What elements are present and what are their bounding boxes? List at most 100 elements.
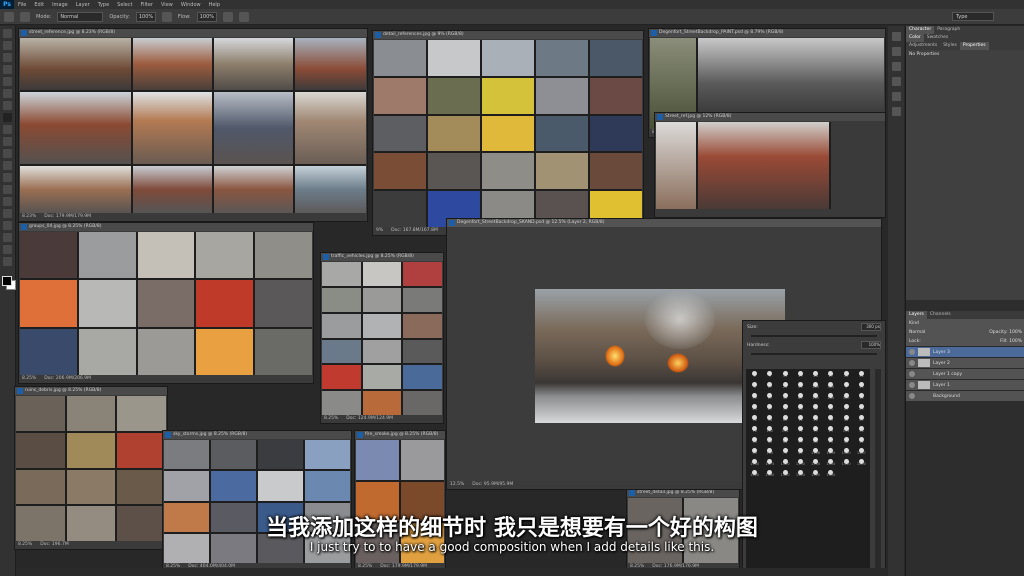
brush-preset[interactable]: 13	[779, 371, 792, 380]
brush-preset[interactable]: 6	[748, 382, 761, 391]
brush-preset[interactable]: 14	[794, 415, 807, 424]
brush-preset[interactable]: 17	[763, 393, 776, 402]
airbrush-icon[interactable]	[222, 11, 233, 22]
brush-preset[interactable]: 1500	[748, 470, 761, 479]
document-canvas[interactable]	[322, 262, 442, 415]
brush-preset[interactable]: 48	[840, 437, 853, 446]
blend-mode-select[interactable]: Normal	[909, 330, 925, 335]
crop-tool-icon[interactable]	[3, 77, 12, 86]
document-tab[interactable]: Street_ref.jpg @ 12% (RGB/8)	[655, 113, 885, 121]
brush-preset[interactable]: 27	[763, 404, 776, 413]
brush-preset[interactable]: 30	[840, 371, 853, 380]
brush-preset[interactable]: 27	[824, 371, 837, 380]
actions-icon[interactable]	[891, 47, 901, 56]
document-canvas[interactable]	[374, 40, 642, 227]
zoom-readout[interactable]: 12.5%	[450, 482, 464, 487]
brush-preset[interactable]: 33	[748, 437, 761, 446]
brush-preset[interactable]: 1500	[855, 459, 868, 468]
brush-preset[interactable]: 13	[855, 382, 868, 391]
document-canvas[interactable]	[20, 38, 366, 213]
visibility-eye-icon[interactable]	[909, 371, 915, 377]
document-canvas[interactable]	[656, 122, 884, 209]
fill-field[interactable]: 100%	[1009, 339, 1022, 344]
path-select-icon[interactable]	[3, 221, 12, 230]
brush-preset[interactable]: 9	[840, 382, 853, 391]
visibility-eye-icon[interactable]	[909, 349, 915, 355]
menu-file[interactable]: File	[14, 2, 30, 8]
brush-preset[interactable]: 1500	[779, 470, 792, 479]
pen-tool-icon[interactable]	[3, 197, 12, 206]
brush-preset[interactable]: 1500	[824, 470, 837, 479]
menu-select[interactable]: Select	[113, 2, 136, 8]
brush-preset[interactable]: 1500	[809, 470, 822, 479]
tab-styles[interactable]: Styles	[940, 42, 960, 50]
brush-preset[interactable]: 60	[779, 415, 792, 424]
brush-preset[interactable]: 55	[855, 415, 868, 424]
brush-preset[interactable]: 14	[855, 393, 868, 402]
brush-preset[interactable]: 17	[763, 382, 776, 391]
size-field[interactable]: 300 px	[861, 323, 881, 331]
brush-preset[interactable]: 46	[794, 404, 807, 413]
layer-row[interactable]: Layer 1 copy	[906, 368, 1024, 379]
move-tool-icon[interactable]	[3, 29, 12, 38]
brush-preset[interactable]: 39	[779, 404, 792, 413]
tab-adjustments[interactable]: Adjustments	[906, 42, 940, 50]
brush-preset[interactable]: 42	[840, 415, 853, 424]
tab-properties[interactable]: Properties	[959, 42, 989, 50]
menu-window[interactable]: Window	[177, 2, 205, 8]
visibility-eye-icon[interactable]	[909, 360, 915, 366]
brush-preset[interactable]: 1500	[809, 459, 822, 468]
tab-swatches[interactable]: Swatches	[924, 34, 952, 42]
clone-stamp-icon[interactable]	[3, 125, 12, 134]
history-brush-icon[interactable]	[3, 137, 12, 146]
brush-preset[interactable]: 300	[840, 393, 853, 402]
brush-preset[interactable]: 66	[779, 437, 792, 446]
hardness-field[interactable]: 100%	[861, 341, 881, 349]
menu-help[interactable]: Help	[205, 2, 224, 8]
brush-preset[interactable]: 1106	[809, 448, 822, 457]
document-canvas[interactable]	[20, 232, 312, 375]
layer-row[interactable]: Layer 1	[906, 379, 1024, 390]
brush-preset[interactable]: 45	[794, 448, 807, 457]
kind-filter[interactable]: Kind	[909, 321, 919, 326]
document-window-groups[interactable]: groups_04.jpg @ 8.25% (RGB/8) 8.25% Doc: …	[18, 222, 314, 384]
document-window-traffic[interactable]: traffic_vehicles.jpg @ 8.25% (RGB/8) 8.2…	[320, 252, 444, 424]
brush-preset[interactable]: 1500	[748, 459, 761, 468]
clone-source-icon[interactable]	[891, 107, 901, 116]
layer-row[interactable]: Layer 2	[906, 357, 1024, 368]
history-icon[interactable]	[891, 32, 901, 41]
brush-preset[interactable]: 300	[824, 382, 837, 391]
brush-preset[interactable]: 134	[779, 426, 792, 435]
brush-preset[interactable]: 9	[763, 371, 776, 380]
brush-preset[interactable]: 200	[824, 393, 837, 402]
lasso-tool-icon[interactable]	[3, 53, 12, 62]
menu-view[interactable]: View	[157, 2, 177, 8]
visibility-eye-icon[interactable]	[909, 393, 915, 399]
size-slider[interactable]	[751, 335, 877, 337]
brush-preset[interactable]: 19	[794, 371, 807, 380]
zoom-readout[interactable]: 8.25%	[324, 416, 338, 421]
tab-color[interactable]: Color	[906, 34, 924, 42]
document-tab[interactable]: street_detail.jpg @ 8.25% (RGB/8)	[627, 489, 739, 497]
document-tab[interactable]: traffic_vehicles.jpg @ 8.25% (RGB/8)	[321, 253, 443, 261]
zoom-readout[interactable]: 8.25%	[22, 376, 36, 381]
brush-preset[interactable]: 63	[809, 437, 822, 446]
menu-type[interactable]: Type	[94, 2, 113, 8]
brush-preset[interactable]: 70	[748, 426, 761, 435]
brush-preset[interactable]: 24	[809, 371, 822, 380]
brush-preset[interactable]: 55	[748, 448, 761, 457]
brush-preset[interactable]: 11	[824, 404, 837, 413]
brush-preset[interactable]: 39	[794, 437, 807, 446]
brush-preset[interactable]: 1500	[763, 470, 776, 479]
document-tab[interactable]: street_reference.jpg @ 8.23% (RGB/8)	[19, 29, 367, 37]
brush-preset[interactable]: 100	[809, 393, 822, 402]
document-tab-active[interactable]: Degenfort_StreetBackdrop_SKAND.psd @ 12.…	[447, 219, 881, 227]
brush-preset[interactable]: 45	[779, 393, 792, 402]
document-tab[interactable]: groups_04.jpg @ 8.25% (RGB/8)	[19, 223, 313, 231]
dodge-tool-icon[interactable]	[3, 185, 12, 194]
brush-preset[interactable]: 19	[748, 393, 761, 402]
brush-preset[interactable]: 34	[855, 371, 868, 380]
foreground-color-swatch[interactable]	[2, 276, 12, 286]
brush-tool-icon[interactable]	[4, 11, 14, 22]
brush-preset[interactable]: 24	[748, 404, 761, 413]
